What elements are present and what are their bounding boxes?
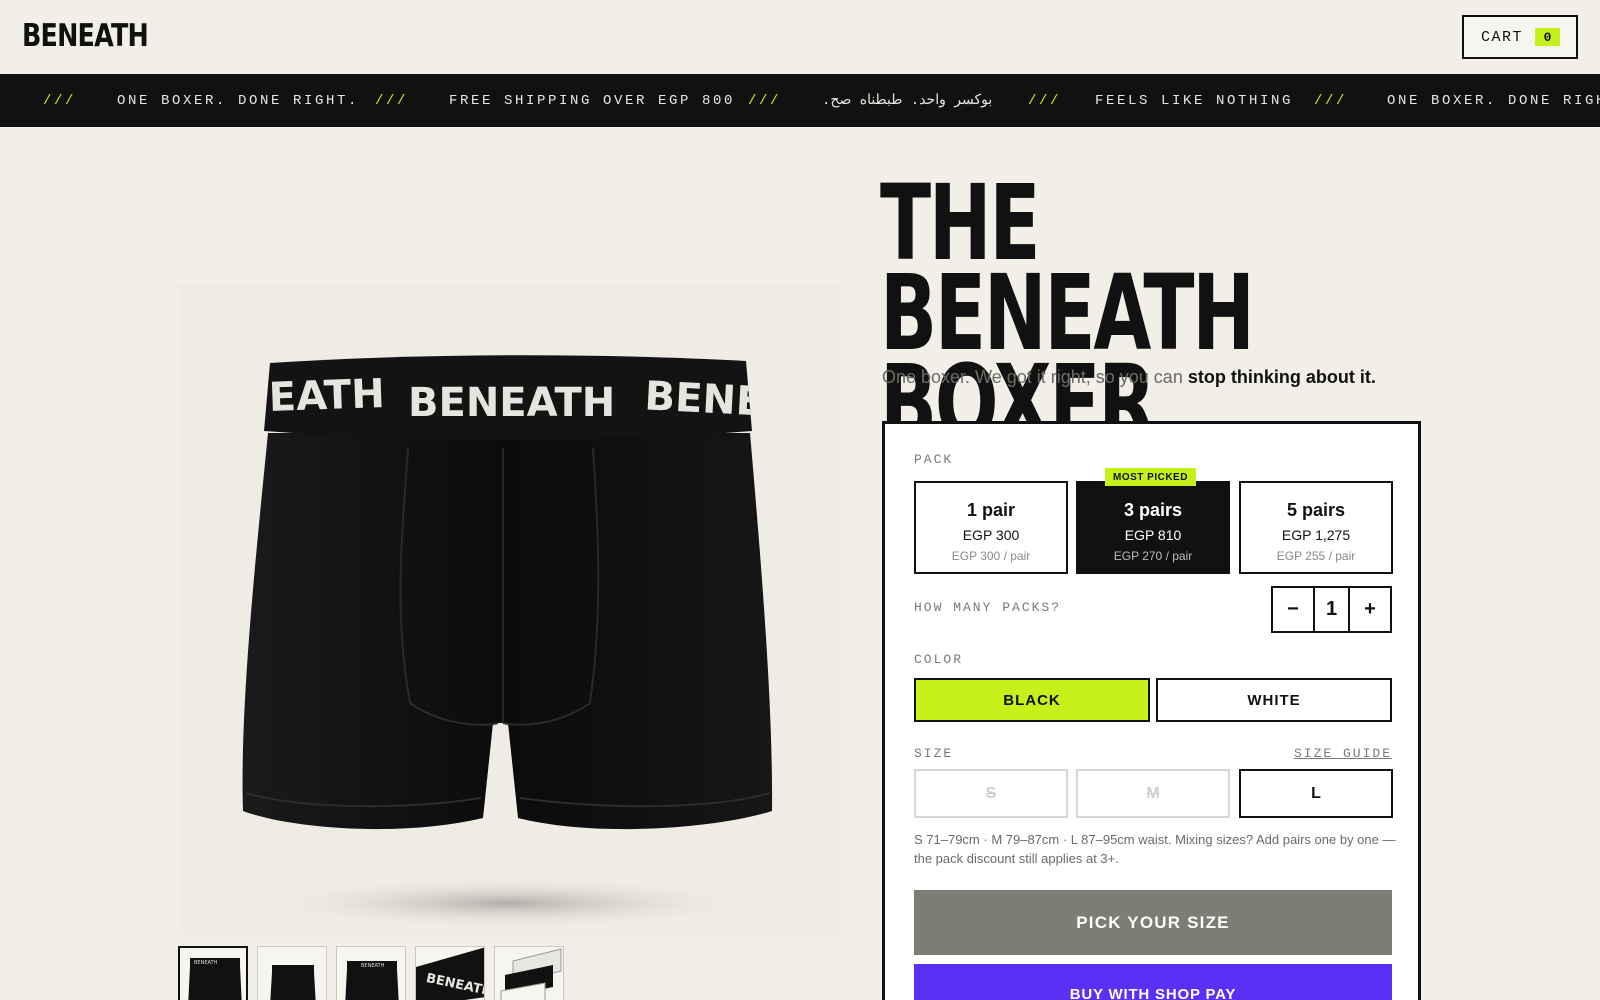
waistband-text: BENEATH	[178, 371, 386, 424]
subtitle-bold: stop thinking about it.	[1187, 367, 1376, 387]
marquee-separator: ///	[1028, 92, 1062, 109]
color-black-button[interactable]: BLACK	[914, 678, 1150, 722]
svg-text:BENEATH: BENEATH	[361, 963, 385, 969]
product-title: THE BENEATH BOXER	[880, 162, 1427, 455]
product-subtitle: One boxer. We got it right, so you can s…	[882, 367, 1376, 388]
thumbnail-pack[interactable]	[494, 946, 564, 1000]
svg-text:BENEATH: BENEATH	[194, 960, 218, 966]
pack-option-5[interactable]: 5 pairs EGP 1,275 EGP 255 / pair	[1239, 481, 1393, 574]
marquee-separator: ///	[375, 92, 409, 109]
size-m-button[interactable]: M	[1076, 769, 1230, 818]
thumbnail-waistband-detail[interactable]: BENEATH	[415, 946, 485, 1000]
pick-size-button[interactable]: PICK YOUR SIZE	[914, 890, 1392, 955]
waistband-text: BENEATH	[408, 380, 615, 426]
cart-count-badge: 0	[1535, 28, 1560, 46]
marquee-item: ONE BOXER. DONE RIGHT.	[117, 92, 360, 109]
color-white-button[interactable]: WHITE	[1156, 678, 1392, 722]
marquee-item: FREE SHIPPING OVER EGP 800	[449, 92, 736, 109]
pack-price: EGP 810	[1124, 527, 1182, 543]
qty-increment-button[interactable]: +	[1350, 588, 1390, 631]
subtitle-plain: One boxer. We got it right, so you can	[882, 367, 1188, 387]
qty-label: HOW MANY PACKS?	[914, 600, 1062, 615]
cart-label: CART	[1481, 28, 1524, 46]
marquee-separator: ///	[43, 92, 77, 109]
size-note: S 71–79cm · M 79–87cm · L 87–95cm waist.…	[914, 832, 1396, 866]
marquee-separator: ///	[1314, 92, 1348, 109]
quantity-stepper: − 1 +	[1271, 586, 1392, 633]
cart-button[interactable]: CART 0	[1462, 15, 1578, 59]
marquee-track: S /// ONE BOXER. DONE RIGHT. /// FREE SH…	[0, 74, 1600, 127]
brand-logo[interactable]: BENEATH	[22, 18, 149, 54]
purchase-panel: PACK 1 pair EGP 300 EGP 300 / pair 3 pai…	[882, 421, 1421, 1000]
pack-per-pair: EGP 255 / pair	[1276, 549, 1356, 563]
thumbnail-front[interactable]: BENEATH	[178, 946, 248, 1000]
size-guide-link[interactable]: SIZE GUIDE	[1294, 746, 1392, 761]
pack-price: EGP 1,275	[1281, 527, 1351, 543]
most-picked-badge: MOST PICKED	[1105, 468, 1196, 486]
marquee-item: ONE BOXER. DONE RIGHT	[1387, 92, 1600, 109]
qty-decrement-button[interactable]: −	[1273, 588, 1313, 631]
pack-name: 5 pairs	[1286, 500, 1346, 520]
pack-name: 1 pair	[966, 500, 1016, 520]
pack-label: PACK	[914, 452, 954, 467]
product-title-line1: THE BENEATH	[880, 162, 1255, 374]
shop-pay-button[interactable]: BUY WITH SHOP PAY	[914, 964, 1392, 1000]
size-label: SIZE	[914, 746, 954, 761]
thumbnail-strip: BENEATH BENEATH BENEATH	[178, 946, 564, 1000]
pack-price: EGP 300	[962, 527, 1020, 543]
qty-value[interactable]: 1	[1313, 588, 1350, 631]
product-image[interactable]: BENEATH BENEATH BENEATH	[178, 283, 840, 935]
color-label: COLOR	[914, 652, 964, 667]
announcement-marquee: S /// ONE BOXER. DONE RIGHT. /// FREE SH…	[0, 74, 1600, 127]
marquee-separator: ///	[748, 92, 782, 109]
pack-option-1[interactable]: 1 pair EGP 300 EGP 300 / pair	[914, 481, 1068, 574]
site-header: BENEATH CART 0	[0, 0, 1600, 74]
size-s-button[interactable]: S	[914, 769, 1068, 818]
marquee-item: بوكسر واحد. طبطناه صح.	[822, 93, 993, 109]
pack-option-3[interactable]: 3 pairs EGP 810 EGP 270 / pair	[1076, 481, 1230, 574]
pack-per-pair: EGP 300 / pair	[951, 549, 1031, 563]
thumbnail-back[interactable]	[257, 946, 327, 1000]
pack-name: 3 pairs	[1123, 500, 1183, 520]
marquee-item: FEELS LIKE NOTHING	[1095, 92, 1294, 109]
size-l-button[interactable]: L	[1239, 769, 1393, 818]
pack-per-pair: EGP 270 / pair	[1113, 549, 1193, 563]
thumbnail-side[interactable]: BENEATH	[336, 946, 406, 1000]
marquee-item: S	[0, 93, 3, 109]
